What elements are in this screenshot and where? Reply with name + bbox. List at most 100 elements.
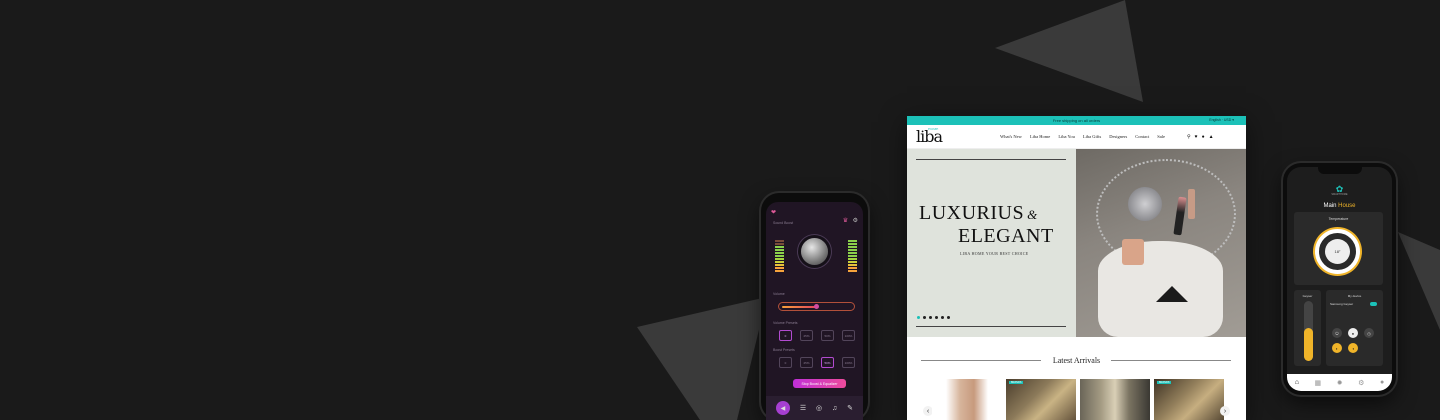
product-card[interactable] xyxy=(932,379,1002,420)
device-name: Samsung Geyser xyxy=(1330,302,1354,306)
stop-boost-button[interactable]: Stop Boost & Equalizer xyxy=(793,379,846,388)
crown-icon[interactable]: ♛ xyxy=(843,218,848,224)
volume-preset[interactable]: 25% xyxy=(800,330,813,341)
menu-item-liba-home[interactable]: Liba Home xyxy=(1030,134,1050,139)
audio-header: ❤ ♛ ⚙ xyxy=(771,209,858,224)
devices-label: My device xyxy=(1347,294,1362,298)
perfume-bottle xyxy=(1122,239,1144,265)
volume-slider[interactable] xyxy=(778,302,855,311)
product-cards: BRANDS BRANDS xyxy=(932,379,1224,420)
liba-website-mockup: Free shipping on all orders English · US… xyxy=(907,116,1246,420)
temperature-panel: Temperature 18° xyxy=(1294,212,1383,285)
device-toggle[interactable] xyxy=(1370,302,1377,306)
product-tag: BRANDS xyxy=(1009,381,1024,384)
audio-phone-mockup: ❤ ♛ ⚙ Sound Boost Volume Volume Presets xyxy=(761,193,868,420)
left-level-meter xyxy=(775,238,784,272)
broom-icon[interactable]: ✎ xyxy=(847,404,853,412)
boost-knob[interactable] xyxy=(801,238,828,265)
menu-item-liba-gifts[interactable]: Liba Gifts xyxy=(1083,134,1101,139)
site-logo[interactable]: liba HOME xyxy=(916,127,946,146)
bass-preset[interactable]: 50% xyxy=(821,357,834,368)
carousel-dot[interactable] xyxy=(935,316,938,319)
menu-item-sale[interactable]: Sale xyxy=(1157,134,1165,139)
carousel-dot[interactable] xyxy=(923,316,926,319)
user-icon[interactable]: ● xyxy=(1380,379,1384,386)
cart-icon[interactable]: ▲ xyxy=(1209,134,1214,140)
carousel-dot[interactable] xyxy=(929,316,932,319)
gear-icon[interactable]: ⚙ xyxy=(1358,379,1364,387)
bass-preset[interactable]: 0 xyxy=(779,357,792,368)
hero-word-luxurius: LUXURIUS xyxy=(919,202,1025,224)
carousel-dots xyxy=(917,316,950,319)
lip-gloss xyxy=(1188,189,1195,219)
volume-preset[interactable]: 0 xyxy=(779,330,792,341)
promo-bar: Free shipping on all orders English · US… xyxy=(907,116,1246,125)
search-icon[interactable]: ⚲ xyxy=(1187,134,1191,140)
temperature-dial[interactable]: 18° xyxy=(1315,229,1360,274)
carousel-dot[interactable] xyxy=(941,316,944,319)
compact-mirror xyxy=(1128,187,1162,221)
geyser-slider-fill xyxy=(1304,328,1313,361)
volume-preset[interactable]: 100% xyxy=(842,330,855,341)
smart-home-phone-mockup: ✿ SMARTHOME Main House Temperature 18° G… xyxy=(1283,163,1396,395)
bass-presets-label: Boost Presets xyxy=(773,348,795,352)
hero-product-photo xyxy=(1076,149,1246,337)
site-header: liba HOME What's New Liba Home Liba You … xyxy=(907,125,1246,149)
product-card[interactable] xyxy=(1080,379,1150,420)
hero-heading-line1: LUXURIUS & xyxy=(919,202,1038,225)
power-icon[interactable]: ⏻ xyxy=(1332,328,1342,338)
geyser-slider[interactable] xyxy=(1304,301,1313,361)
home-icon[interactable]: ⌂ xyxy=(1295,379,1299,386)
devices-panel: My device Samsung Geyser ⏻ ● ◷ ◐ ◑ xyxy=(1326,290,1383,366)
triangle-left xyxy=(637,297,767,420)
hero-heading-line2: ELEGANT xyxy=(958,225,1054,247)
handbag xyxy=(1098,241,1223,337)
equalizer-icon[interactable]: ☰ xyxy=(800,404,806,412)
menu-item-whats-new[interactable]: What's New xyxy=(1000,134,1022,139)
temperature-label: Temperature xyxy=(1328,217,1349,221)
volume-preset[interactable]: 50% xyxy=(821,330,834,341)
menu-item-contact[interactable]: Contact xyxy=(1135,134,1149,139)
menu-item-designers[interactable]: Designers xyxy=(1109,134,1127,139)
smart-home-screen: ✿ SMARTHOME Main House Temperature 18° G… xyxy=(1287,167,1392,391)
mic-icon[interactable]: ● xyxy=(1348,328,1358,338)
product-card[interactable]: BRANDS xyxy=(1154,379,1224,420)
latest-arrivals-section: Latest Arrivals ‹ BRANDS BRANDS › xyxy=(907,337,1246,420)
speaker-icon[interactable]: ◀ xyxy=(775,401,790,415)
app-logo-icon: ❤ xyxy=(771,210,777,216)
right-level-meter xyxy=(848,238,857,272)
title-rule-right xyxy=(1111,360,1231,361)
house-title: Main House xyxy=(1287,203,1392,209)
settings-icon[interactable]: ⚙ xyxy=(853,218,858,224)
phone-notch xyxy=(794,193,835,200)
language-selector[interactable]: English · USD ▾ xyxy=(1209,116,1234,125)
spatial-icon[interactable]: ◎ xyxy=(816,404,822,412)
schedule-icon[interactable]: ◑ xyxy=(1348,343,1358,353)
geyser-panel: Geyser xyxy=(1294,290,1321,366)
product-card[interactable]: BRANDS xyxy=(1006,379,1076,420)
sound-boost-label: Sound Boost xyxy=(773,221,794,225)
carousel-dot[interactable] xyxy=(947,316,950,319)
smart-home-logo-text: SMARTHOME xyxy=(1331,193,1348,196)
bulb-icon[interactable]: ✹ xyxy=(1337,379,1343,387)
product-tag: BRANDS xyxy=(1157,381,1172,384)
volume-thumb[interactable] xyxy=(814,304,819,309)
calendar-icon[interactable]: ▦ xyxy=(1315,379,1322,387)
music-note-icon[interactable]: ♫ xyxy=(832,405,837,412)
heart-icon[interactable]: ♥ xyxy=(1195,134,1198,140)
timer-icon[interactable]: ◷ xyxy=(1364,328,1374,338)
promo-text: Free shipping on all orders xyxy=(1052,118,1101,123)
bass-preset[interactable]: 25% xyxy=(800,357,813,368)
menu-item-liba-you[interactable]: Liba You xyxy=(1058,134,1075,139)
bass-preset[interactable]: 100% xyxy=(842,357,855,368)
carousel-next-button[interactable]: › xyxy=(1220,406,1230,416)
triangle-top xyxy=(995,0,1143,102)
carousel-dot[interactable] xyxy=(917,316,920,319)
hero-text-panel: LUXURIUS & ELEGANT LIBA HOME YOUR BEST CH… xyxy=(907,149,1076,337)
user-icon[interactable]: ● xyxy=(1202,134,1205,140)
boost-icon[interactable]: ◐ xyxy=(1332,343,1342,353)
house-title-accent: House xyxy=(1338,203,1356,209)
showcase-banner: ❤ ♛ ⚙ Sound Boost Volume Volume Presets xyxy=(0,0,1440,420)
volume-presets: 0 25% 50% 100% xyxy=(779,330,855,341)
phone-notch xyxy=(1317,167,1362,174)
